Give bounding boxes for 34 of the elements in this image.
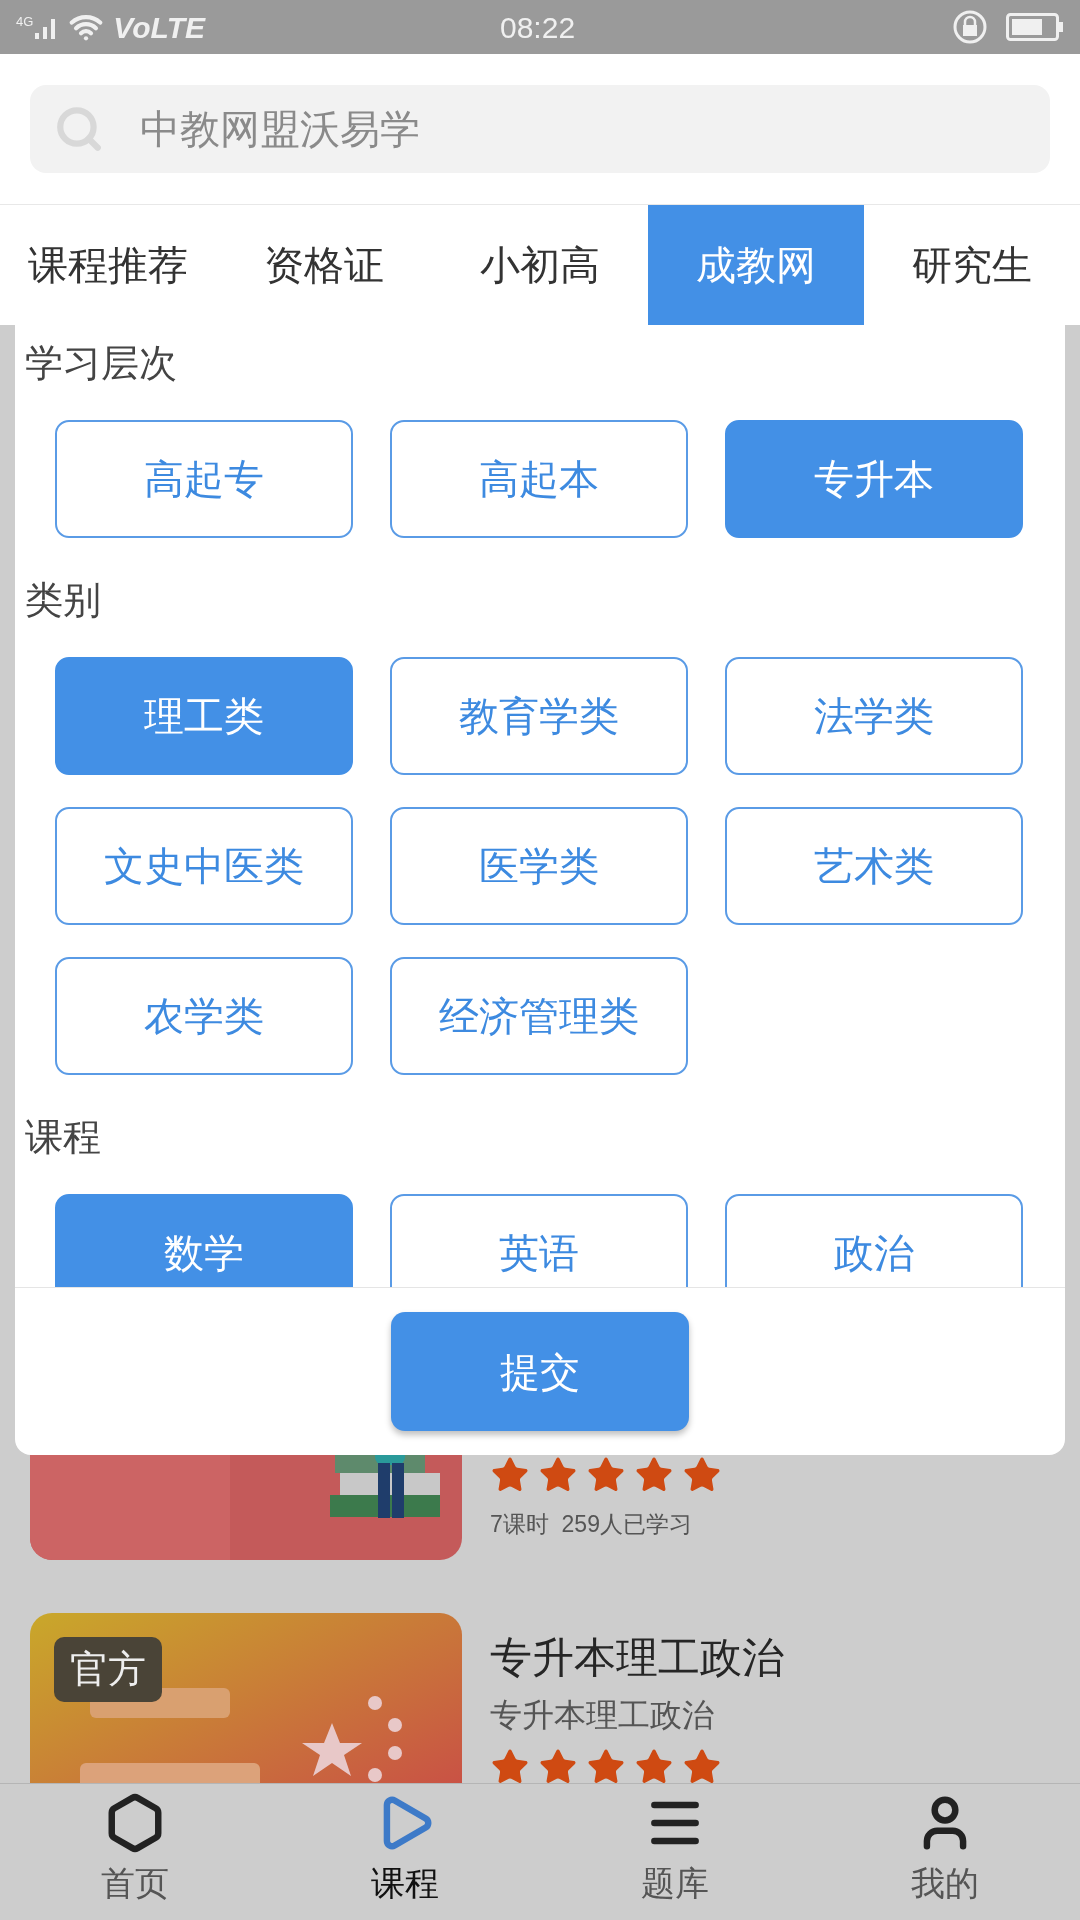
nav-item[interactable]: 首页: [0, 1784, 270, 1920]
filter-option[interactable]: 理工类: [55, 657, 353, 775]
official-badge: 官方: [54, 1636, 162, 1702]
course-meta: 7课时 259人已学习: [490, 1510, 693, 1539]
filter-option[interactable]: 艺术类: [725, 807, 1023, 925]
clock: 08:22: [500, 9, 576, 46]
category-tab[interactable]: 成教网: [648, 205, 864, 325]
battery-icon: [1006, 13, 1064, 41]
submit-button[interactable]: 提交: [391, 1312, 689, 1431]
course-title: 专升本理工政治: [490, 1632, 784, 1683]
filter-option[interactable]: 文史中医类: [55, 807, 353, 925]
section-heading: 课程: [25, 1114, 101, 1160]
filter-option[interactable]: 医学类: [390, 807, 688, 925]
search-field[interactable]: 中教网盟沃易学: [30, 85, 1050, 173]
filter-option[interactable]: 经济管理类: [390, 957, 688, 1075]
rotation-lock-icon: [952, 9, 988, 45]
filter-option[interactable]: 教育学类: [390, 657, 688, 775]
filter-option[interactable]: 农学类: [55, 957, 353, 1075]
filter-option[interactable]: 英语: [390, 1194, 688, 1287]
filter-option[interactable]: 数学: [55, 1194, 353, 1287]
nav-item[interactable]: 我的: [810, 1784, 1080, 1920]
filter-option[interactable]: 法学类: [725, 657, 1023, 775]
network-label: 4G: [16, 15, 34, 28]
nav-item[interactable]: 课程: [270, 1784, 540, 1920]
filter-option[interactable]: 高起本: [390, 420, 688, 538]
carrier-label: VoLTE: [113, 9, 205, 46]
filter-option[interactable]: 专升本: [725, 420, 1023, 538]
course-subtitle: 专升本理工政治: [490, 1695, 715, 1735]
section-heading: 学习层次: [25, 340, 177, 386]
search-icon: [54, 104, 104, 154]
filter-option[interactable]: 政治: [725, 1194, 1023, 1287]
section-heading: 类别: [25, 577, 101, 623]
filter-option[interactable]: 高起专: [55, 420, 353, 538]
nav-item[interactable]: 题库: [540, 1784, 810, 1920]
